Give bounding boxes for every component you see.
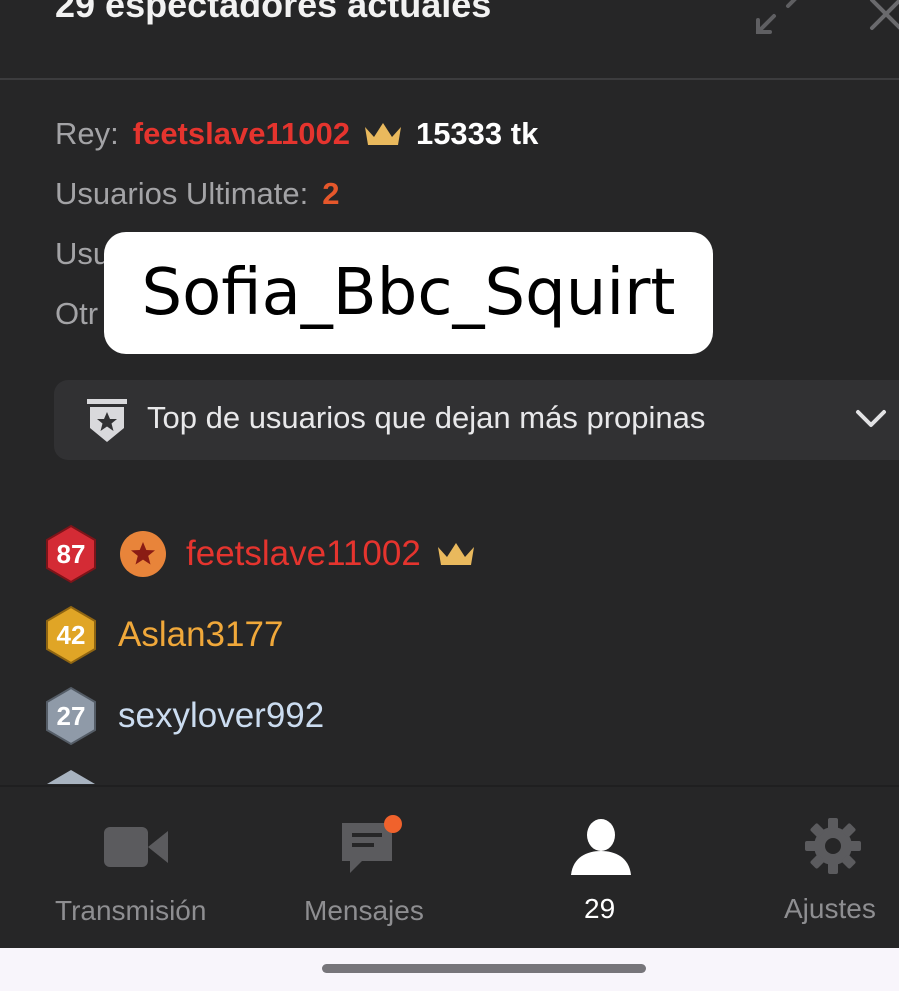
crown-icon [437, 543, 474, 565]
level-number: 27 [56, 700, 86, 731]
crown-icon [364, 123, 401, 145]
chevron-down-icon[interactable] [854, 404, 888, 434]
top-tippers-dropdown[interactable]: Top de usuarios que dejan más propinas [54, 380, 899, 460]
username-overlay: Sofia_Bbc_Squirt [104, 232, 713, 354]
level-badge: 87 [44, 524, 98, 584]
overlay-text: Sofia_Bbc_Squirt [141, 256, 676, 330]
nav-label: Transmisión [55, 895, 207, 926]
info-line-3-label: Usu [55, 236, 111, 271]
bottom-nav: Transmisión Mensajes 29 Ajustes [0, 785, 899, 948]
top-tippers-label: Top de usuarios que dejan más propinas [147, 400, 706, 435]
expand-icon[interactable] [752, 0, 808, 38]
home-indicator[interactable] [322, 964, 646, 973]
info-line-3: Usu [55, 236, 110, 272]
nav-transmision[interactable]: Transmisión [40, 787, 230, 950]
level-badge: 27 [44, 686, 98, 746]
king-tokens: 15333 tk [415, 116, 539, 151]
username: Aslan3177 [118, 615, 284, 654]
ultimate-line: Usuarios Ultimate: 2 [55, 176, 340, 212]
level-number: 42 [56, 619, 86, 650]
viewers-header: 29 espectadores actuales [0, 0, 899, 80]
shield-star-icon [87, 399, 127, 442]
close-icon[interactable] [866, 0, 899, 36]
nav-mensajes[interactable]: Mensajes [290, 787, 450, 950]
video-camera-icon [104, 827, 168, 867]
king-line: Rey: feetslave11002 15333 tk [55, 116, 538, 152]
list-item[interactable]: 42 Aslan3177 [44, 605, 283, 665]
king-username[interactable]: feetslave11002 [133, 116, 350, 152]
username: sexylover992 [118, 696, 325, 735]
nav-label: 29 [584, 893, 616, 924]
gear-icon [805, 818, 861, 874]
list-item[interactable]: 27 sexylover992 [44, 686, 324, 746]
username: feetslave11002 [186, 534, 421, 573]
level-badge [47, 770, 95, 784]
nav-ajustes[interactable]: Ajustes [770, 787, 899, 950]
ultimate-label: Usuarios Ultimate: [55, 176, 309, 211]
level-badge: 42 [44, 605, 98, 665]
notification-dot [384, 815, 402, 833]
info-line-4-label: Otr [55, 296, 99, 331]
list-item[interactable]: 87 feetslave11002 [44, 524, 477, 584]
ultimate-count: 2 [322, 176, 340, 211]
nav-viewers[interactable]: 29 [560, 787, 650, 950]
info-line-4: Otr [55, 296, 98, 332]
viewers-title: 29 espectadores actuales [55, 0, 492, 25]
nav-label: Ajustes [784, 893, 876, 924]
star-icon [120, 531, 166, 577]
nav-label: Mensajes [304, 895, 424, 926]
chat-icon [342, 815, 402, 873]
user-icon [571, 819, 631, 875]
level-number: 87 [56, 538, 86, 569]
king-label: Rey: [55, 116, 119, 151]
